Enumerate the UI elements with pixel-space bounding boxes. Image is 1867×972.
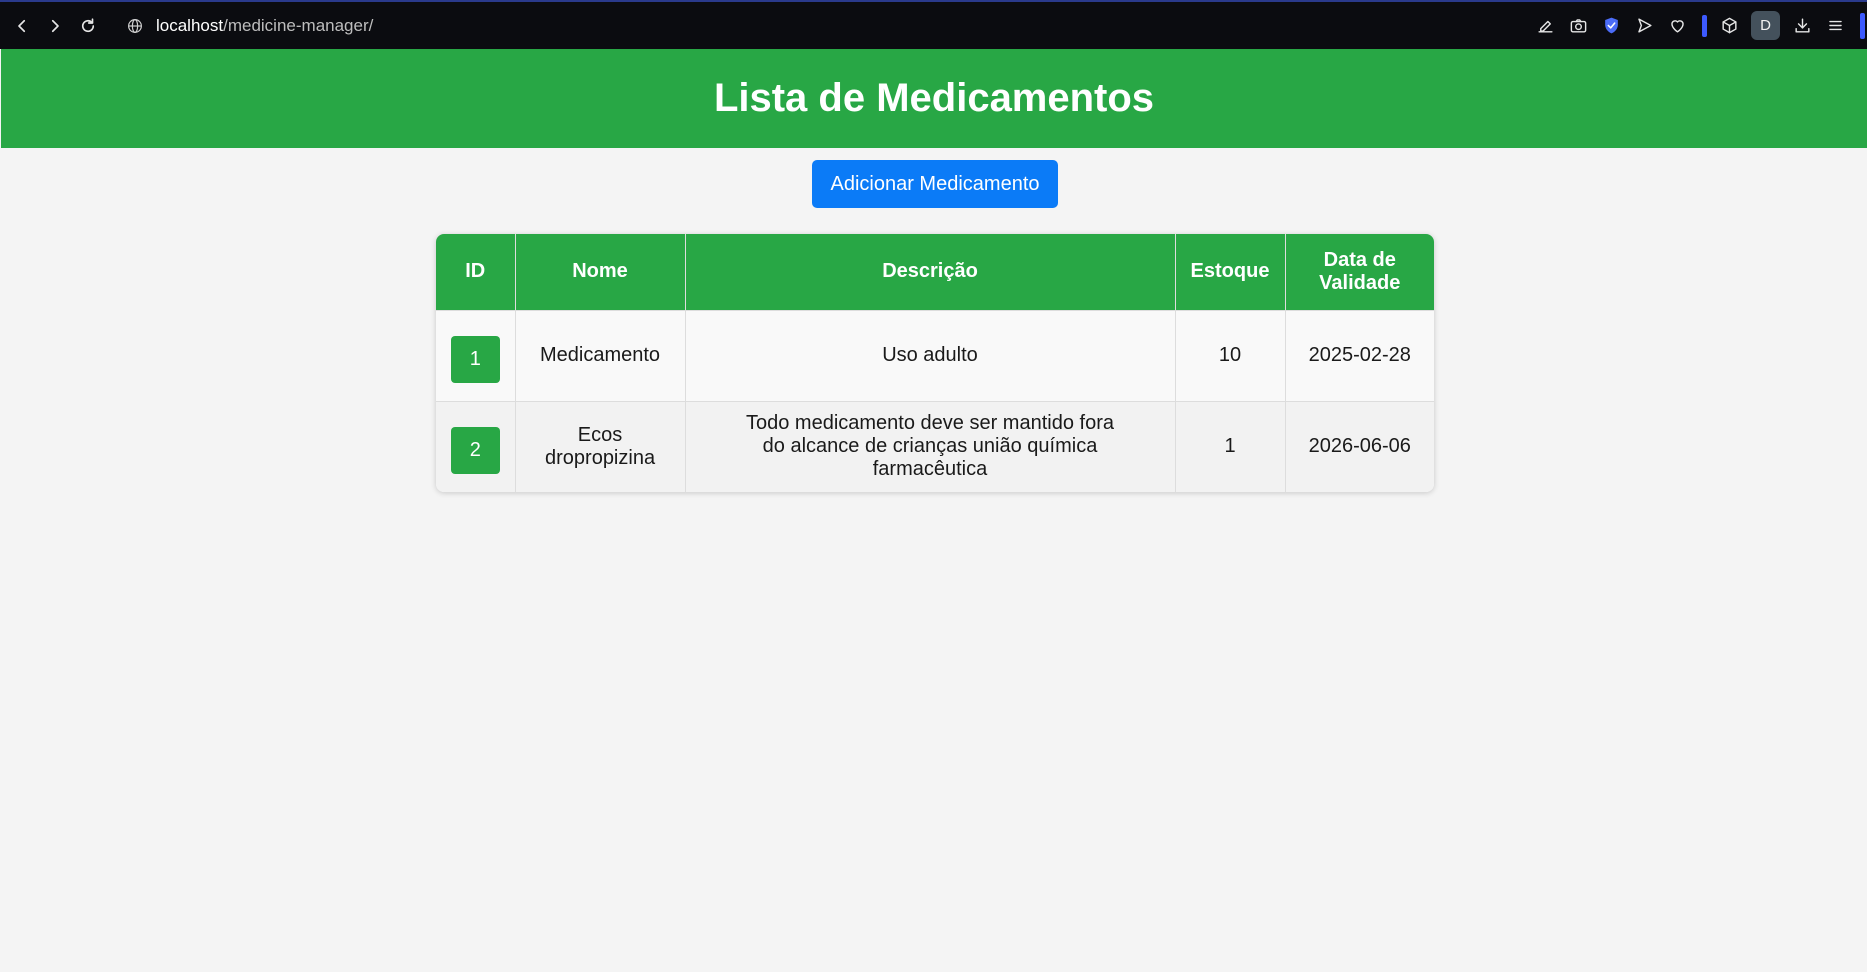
cell-id: 1 <box>436 309 516 401</box>
column-header-estoque: Estoque <box>1175 234 1286 310</box>
page-header: Lista de Medicamentos <box>1 49 1867 148</box>
cell-nome: Medicamento <box>515 309 686 401</box>
table-header-row: ID Nome Descrição Estoque Data de Valida… <box>436 234 1434 310</box>
cell-id: 2 <box>436 400 516 492</box>
cell-validade: 2026-06-06 <box>1285 400 1434 492</box>
toolbar-separator <box>1702 14 1707 37</box>
column-header-validade: Data de Validade <box>1285 234 1434 310</box>
cell-descricao-text: Todo medicamento deve ser mantido fora d… <box>746 412 1114 481</box>
medication-table: ID Nome Descrição Estoque Data de Valida… <box>436 234 1434 492</box>
table-row: 1 Medicamento Uso adulto 10 2025-02-28 <box>436 309 1434 401</box>
id-badge[interactable]: 1 <box>450 336 500 383</box>
cell-descricao: Todo medicamento deve ser mantido fora d… <box>685 400 1176 492</box>
toolbar-separator-end <box>1860 12 1865 39</box>
column-header-nome: Nome <box>515 234 686 310</box>
column-header-validade-label: Data de Validade <box>1319 248 1401 294</box>
edit-icon[interactable] <box>1534 15 1556 37</box>
send-icon[interactable] <box>1633 15 1655 37</box>
download-icon[interactable] <box>1791 15 1813 37</box>
cell-nome: Ecos dropropizina <box>515 400 686 492</box>
profile-avatar[interactable]: D <box>1751 11 1780 40</box>
shield-icon[interactable] <box>1600 15 1622 37</box>
reload-icon[interactable] <box>77 15 99 37</box>
table-row: 2 Ecos dropropizina Todo medicamento dev… <box>436 400 1434 492</box>
id-badge[interactable]: 2 <box>450 427 500 475</box>
cell-nome-text: Ecos dropropizina <box>545 423 656 469</box>
page-title: Lista de Medicamentos <box>713 76 1155 120</box>
camera-icon[interactable] <box>1567 15 1589 37</box>
forward-icon[interactable] <box>44 15 66 37</box>
cube-icon[interactable] <box>1718 15 1740 37</box>
heart-icon[interactable] <box>1666 15 1688 37</box>
globe-icon <box>128 18 142 33</box>
browser-toolbar: localhost/medicine-manager/ D <box>0 0 1867 49</box>
url-text: localhost/medicine-manager/ <box>156 16 373 36</box>
url-host: localhost <box>156 15 224 35</box>
back-icon[interactable] <box>11 15 33 37</box>
cell-descricao: Uso adulto <box>685 309 1176 401</box>
cell-validade: 2025-02-28 <box>1285 309 1434 401</box>
add-medication-button[interactable]: Adicionar Medicamento <box>812 160 1058 208</box>
column-header-descricao: Descrição <box>685 234 1176 310</box>
menu-icon[interactable] <box>1824 15 1846 37</box>
toolbar-right: D <box>1523 2 1867 49</box>
url-path: /medicine-manager/ <box>223 15 374 35</box>
address-bar[interactable]: localhost/medicine-manager/ <box>126 16 373 36</box>
cell-estoque: 10 <box>1175 309 1286 401</box>
cell-estoque: 1 <box>1175 400 1286 492</box>
column-header-id: ID <box>436 234 516 310</box>
